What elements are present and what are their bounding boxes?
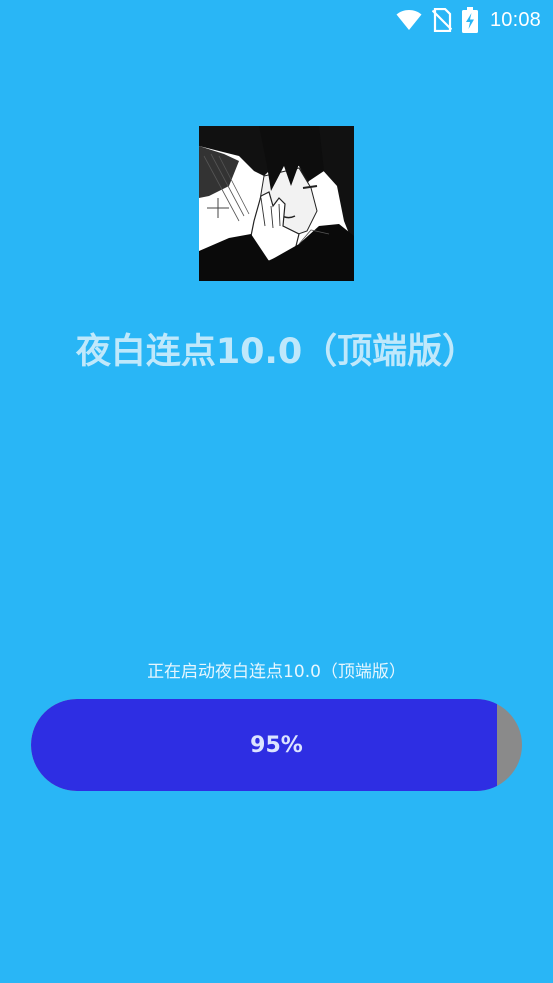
app-title: 夜白连点10.0（顶端版） (75, 332, 478, 372)
no-sim-icon (431, 8, 452, 32)
status-icons: 10:08 (396, 6, 541, 34)
battery-charging-icon (461, 7, 478, 33)
status-bar: 10:08 (0, 0, 553, 40)
wifi-icon (396, 9, 422, 31)
app-avatar-image (199, 126, 354, 281)
progress-bar: 95% (31, 699, 522, 791)
progress-percent-label: 95% (250, 732, 303, 758)
status-time: 10:08 (489, 8, 541, 31)
loading-status-text: 正在启动夜白连点10.0（顶端版） (147, 662, 406, 682)
